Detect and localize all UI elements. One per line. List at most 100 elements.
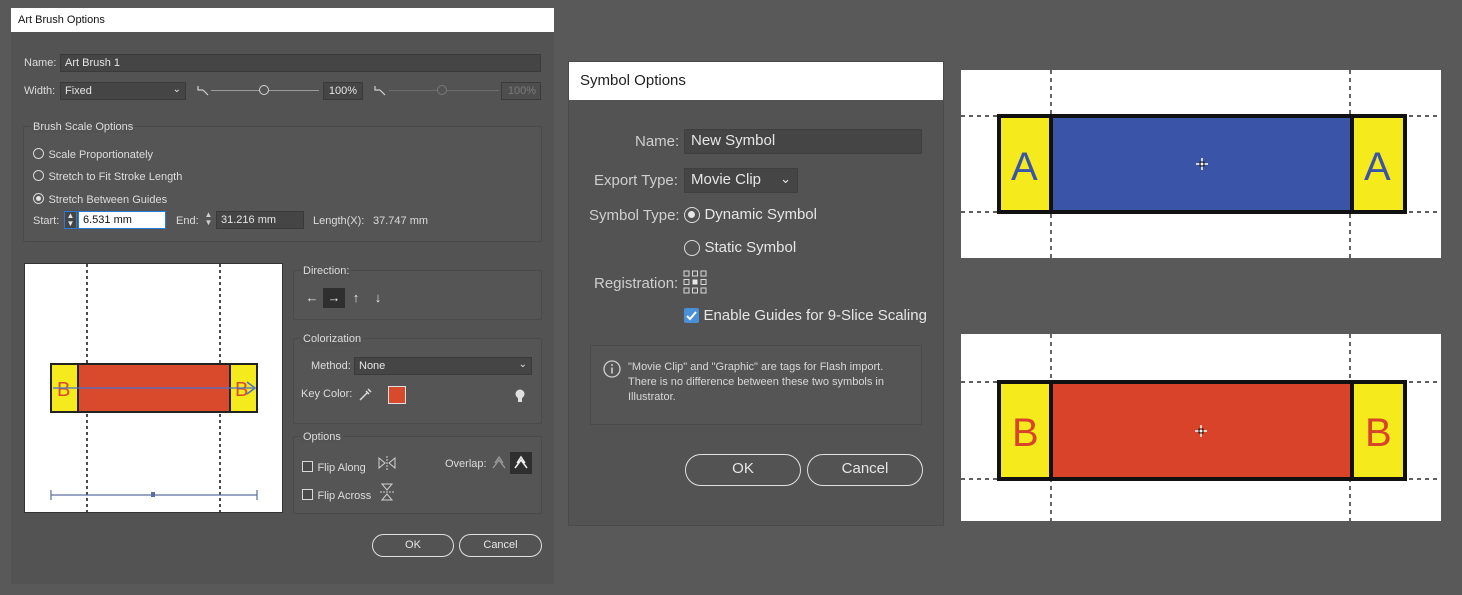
radio-label: Dynamic Symbol [704,206,817,223]
registration-grid-icon[interactable] [683,270,707,294]
width-select-value: Fixed [65,85,92,97]
end-stepper[interactable]: ▲ ▼ [202,211,215,229]
info-text: "Movie Clip" and "Graphic" are tags for … [628,361,884,403]
enable-9slice-label: Enable Guides for 9-Slice Scaling [703,307,927,324]
radio-label: Stretch Between Guides [48,194,168,206]
length-value: 37.747 mm [373,215,429,227]
radio-stretch-to-fit[interactable]: Stretch to Fit Stroke Length [33,167,182,185]
checkbox-icon [302,461,313,473]
radio-stretch-between-guides[interactable]: Stretch Between Guides [33,190,167,208]
dialog-title: Art Brush Options [11,8,554,32]
pressure-min-icon [197,86,209,96]
flip-across-label: Flip Across [317,490,372,502]
direction-title: Direction: [301,265,352,277]
variation-percent-input[interactable]: 100% [501,82,541,100]
nine-slice-canvas-b: B B [961,334,1441,521]
method-select-value: None [359,360,386,372]
preview-left-letter: B [57,379,70,401]
export-type-label: Export Type: [594,172,678,189]
end-label: End: [176,215,199,227]
cancel-button[interactable]: Cancel [459,534,542,557]
direction-down-button[interactable]: ↓ [367,288,389,308]
chevron-down-icon: ⌄ [518,359,527,370]
start-label: Start: [33,215,60,227]
end-input[interactable]: 31.216 mm [216,211,304,229]
ok-button[interactable]: OK [685,454,801,486]
method-select[interactable]: None ⌄ [354,357,532,375]
key-color-swatch[interactable] [388,386,406,404]
nine-slice-canvas-a: A A [961,70,1441,258]
checkbox-checked-icon [684,308,699,324]
brush-preview-canvas: B B [50,264,258,512]
preview-right-letter: B [235,379,248,401]
overlap-label: Overlap: [445,458,487,470]
width-slider-knob[interactable] [259,85,269,95]
chevron-down-icon: ⌄ [780,171,791,186]
radio-scale-proportionately[interactable]: Scale Proportionately [33,145,153,163]
direction-up-button[interactable]: ↑ [345,288,367,308]
eyedropper-icon[interactable] [357,387,373,403]
radio-selected-icon [33,193,44,205]
width-label: Width: [24,85,56,97]
dialog-title: Symbol Options [569,62,943,100]
radio-label: Scale Proportionately [48,149,154,161]
start-input[interactable]: 6.531 mm [78,211,166,229]
chevron-down-icon: ⌄ [172,84,181,95]
direction-right-button[interactable]: → [323,288,345,308]
radio-selected-icon [684,206,700,223]
symbol-options-dialog: Symbol Options Name: New Symbol Export T… [569,62,943,525]
overlap-adjust-icon[interactable] [490,454,508,472]
checkmark-icon [686,311,697,321]
radio-dynamic-symbol[interactable]: Dynamic Symbol [684,206,817,224]
right-letter: A [1364,145,1391,189]
symbol-type-label: Symbol Type: [589,207,680,224]
radio-icon [33,170,44,182]
overlap-none-icon [514,455,528,469]
export-type-select[interactable]: Movie Clip ⌄ [684,168,798,193]
radio-icon [684,239,700,256]
art-brush-options-dialog: Art Brush Options Name: Art Brush 1 Widt… [11,8,554,584]
overlap-none-button[interactable] [510,452,532,474]
cancel-button[interactable]: Cancel [807,454,923,486]
length-label: Length(X): [313,215,365,227]
options-title: Options [301,431,343,443]
name-label: Name: [635,133,680,150]
nine-slice-preview-b: B B [961,334,1441,521]
lightbulb-icon[interactable] [514,388,526,404]
direction-left-button[interactable]: ← [301,288,323,308]
checkbox-icon [302,489,313,501]
colorization-group [293,338,542,424]
symbol-name-input[interactable]: New Symbol [684,129,922,154]
radio-icon [33,148,44,160]
name-input[interactable]: Art Brush 1 [60,54,541,72]
info-icon [603,360,621,378]
key-color-label: Key Color: [301,388,353,400]
flip-across-checkbox[interactable]: Flip Across [302,486,371,504]
ok-button[interactable]: OK [372,534,454,557]
direction-buttons: ← → ↑ ↓ [301,288,389,308]
brush-scale-title: Brush Scale Options [31,121,136,133]
flip-across-icon [380,483,394,501]
right-letter: B [1365,411,1392,455]
variation-slider-knob[interactable] [437,85,447,95]
flip-along-label: Flip Along [317,462,366,474]
left-letter: B [1012,411,1039,455]
enable-9slice-checkbox[interactable]: Enable Guides for 9-Slice Scaling [684,307,927,325]
colorization-title: Colorization [301,333,364,345]
export-type-value: Movie Clip [691,171,762,188]
registration-label: Registration: [594,275,679,292]
radio-static-symbol[interactable]: Static Symbol [684,239,796,257]
method-label: Method: [311,360,351,372]
flip-along-icon [378,456,396,470]
info-box: "Movie Clip" and "Graphic" are tags for … [590,345,922,425]
nine-slice-preview-a: A A [961,70,1441,258]
name-label: Name: [24,57,57,69]
width-percent-input[interactable]: 100% [323,82,363,100]
ruler-center-mark [151,492,155,497]
width-select[interactable]: Fixed ⌄ [60,82,186,100]
left-letter: A [1011,145,1038,189]
radio-label: Stretch to Fit Stroke Length [48,171,183,183]
flip-along-checkbox[interactable]: Flip Along [302,458,366,476]
brush-preview: B B [24,263,283,513]
start-stepper[interactable]: ▲ ▼ [64,211,77,229]
